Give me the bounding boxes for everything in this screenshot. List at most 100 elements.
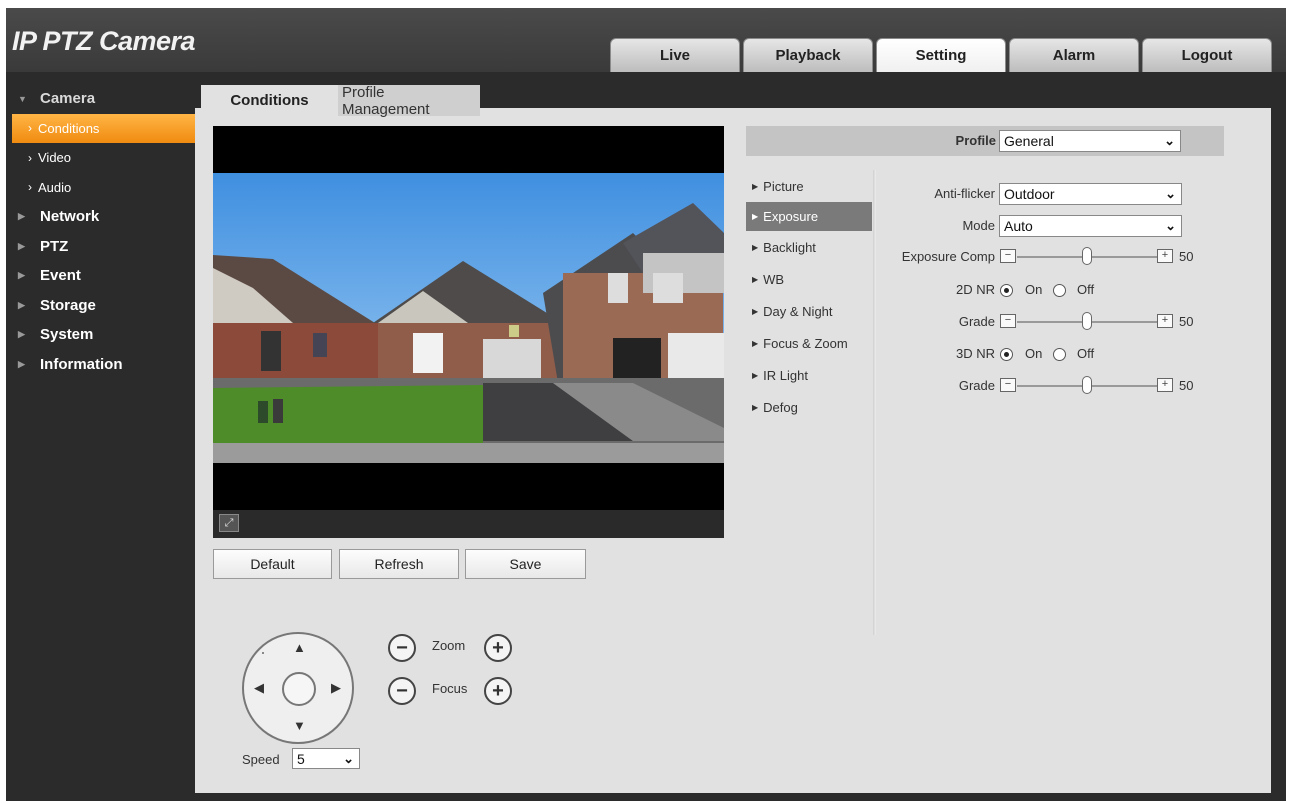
nav-tab-alarm[interactable]: Alarm — [1009, 38, 1139, 72]
sidebar-item-conditions[interactable]: › Conditions — [12, 113, 196, 143]
menu-item-label: Focus & Zoom — [763, 335, 848, 351]
nr3d-on-radio[interactable] — [1000, 348, 1013, 361]
speed-select[interactable]: 5 ⌄ — [292, 748, 360, 769]
nav-tab-live[interactable]: Live — [610, 38, 740, 72]
anti-flicker-select[interactable]: Outdoor ⌄ — [999, 183, 1182, 205]
nr3d-off-radio[interactable] — [1053, 348, 1066, 361]
grade-minus-button[interactable]: − — [1000, 314, 1016, 328]
chevron-right-icon: › — [28, 150, 32, 165]
menu-item-day-night[interactable]: ▶ Day & Night — [746, 295, 872, 327]
sub-tabs: Conditions Profile Management — [201, 84, 480, 118]
fit-window-icon[interactable]: ⤢ — [219, 514, 239, 532]
arrow-down-icon[interactable]: ▼ — [293, 718, 306, 733]
sidebar-group-camera[interactable]: ▼ Camera — [6, 84, 202, 114]
sidebar-group-network[interactable]: ▶ Network — [6, 202, 202, 232]
nr3d-on-label: On — [1025, 346, 1043, 361]
refresh-button[interactable]: Refresh — [339, 549, 459, 579]
sidebar-group-storage[interactable]: ▶ Storage — [6, 291, 202, 321]
sidebar-item-audio[interactable]: › Audio — [6, 173, 202, 203]
sidebar-group-label: Storage — [40, 296, 96, 314]
grade-plus-button[interactable]: + — [1157, 378, 1173, 392]
grade-value: 50 — [1179, 314, 1194, 329]
nr2d-on-radio[interactable] — [1000, 284, 1013, 297]
profile-label: Profile — [955, 133, 996, 148]
menu-item-ir-light[interactable]: ▶ IR Light — [746, 359, 872, 391]
nav-tab-playback[interactable]: Playback — [743, 38, 873, 72]
sidebar-group-label: Event — [40, 267, 81, 285]
arrow-left-icon[interactable]: ◀ — [254, 680, 264, 696]
menu-item-wb[interactable]: ▶ WB — [746, 263, 872, 295]
speed-value: 5 — [297, 750, 305, 767]
save-button[interactable]: Save — [465, 549, 586, 579]
chevron-down-icon: ⌄ — [343, 751, 354, 766]
menu-item-exposure[interactable]: ▶ Exposure — [746, 202, 872, 231]
grade-value: 50 — [1179, 378, 1194, 393]
menu-item-defog[interactable]: ▶ Defog — [746, 391, 872, 423]
grade-slider-thumb[interactable] — [1082, 312, 1092, 330]
zoom-in-button[interactable]: + — [484, 634, 512, 662]
profile-select[interactable]: General ⌄ — [999, 130, 1181, 152]
chevron-down-icon: ⌄ — [1164, 133, 1175, 148]
exposure-comp-value: 50 — [1179, 249, 1194, 264]
grade-plus-button[interactable]: + — [1157, 314, 1173, 328]
profile-bar: Profile General ⌄ — [746, 126, 1224, 156]
triangle-down-icon: ▼ — [18, 93, 27, 104]
exposure-comp-plus-button[interactable]: + — [1157, 249, 1173, 263]
sidebar-item-video[interactable]: › Video — [6, 143, 202, 173]
menu-item-label: WB — [763, 271, 785, 287]
focus-label: Focus — [432, 681, 468, 696]
triangle-right-icon: ▶ — [18, 211, 25, 222]
sidebar-group-ptz[interactable]: ▶ PTZ — [6, 232, 202, 262]
arrow-right-icon[interactable]: ▶ — [331, 680, 341, 696]
sidebar-group-event[interactable]: ▶ Event — [6, 261, 202, 291]
sidebar-group-information[interactable]: ▶ Information — [6, 350, 202, 380]
mode-value: Auto — [1004, 218, 1033, 234]
focus-out-button[interactable]: − — [388, 677, 416, 705]
triangle-right-icon: ▶ — [752, 274, 759, 284]
header: IP PTZ Camera Live Playback Setting Alar… — [6, 8, 1286, 72]
ptz-divider — [262, 652, 264, 654]
nr2d-label: 2D NR — [955, 282, 995, 297]
nav-tab-setting[interactable]: Setting — [876, 38, 1006, 72]
arrow-up-icon[interactable]: ▲ — [293, 640, 306, 655]
menu-item-label: Exposure — [763, 209, 819, 224]
zoom-label: Zoom — [432, 638, 466, 653]
triangle-right-icon: ▶ — [18, 358, 25, 369]
menu-item-label: Defog — [763, 399, 798, 415]
menu-item-label: Picture — [763, 178, 804, 194]
app-title: IP PTZ Camera — [12, 26, 196, 56]
grade-minus-button[interactable]: − — [1000, 378, 1016, 392]
nav-tab-logout[interactable]: Logout — [1142, 38, 1272, 72]
exposure-comp-slider-thumb[interactable] — [1082, 247, 1092, 265]
video-toolbar: ⤢ — [213, 510, 724, 538]
menu-item-focus-zoom[interactable]: ▶ Focus & Zoom — [746, 327, 872, 359]
triangle-right-icon: ▶ — [18, 299, 25, 310]
ptz-center-button[interactable] — [282, 672, 316, 706]
grade-slider-thumb[interactable] — [1082, 376, 1092, 394]
anti-flicker-value: Outdoor — [1004, 186, 1055, 202]
menu-item-label: Day & Night — [763, 303, 833, 319]
sidebar-item-label: Video — [38, 150, 72, 166]
chevron-right-icon: › — [28, 180, 32, 195]
default-button[interactable]: Default — [213, 549, 332, 579]
grade-label: Grade — [958, 378, 995, 393]
zoom-out-button[interactable]: − — [388, 634, 416, 662]
menu-item-picture[interactable]: ▶ Picture — [746, 170, 872, 202]
top-nav: Live Playback Setting Alarm Logout — [610, 38, 1272, 72]
exposure-comp-minus-button[interactable]: − — [1000, 249, 1016, 263]
sidebar-group-system[interactable]: ▶ System — [6, 320, 202, 350]
focus-in-button[interactable]: + — [484, 677, 512, 705]
chevron-down-icon: ⌄ — [1165, 218, 1176, 233]
nr2d-off-label: Off — [1077, 282, 1095, 297]
triangle-right-icon: ▶ — [752, 370, 759, 380]
chevron-down-icon: ⌄ — [1165, 186, 1176, 201]
nr2d-off-radio[interactable] — [1053, 284, 1066, 297]
tab-profile-management[interactable]: Profile Management — [338, 84, 480, 118]
menu-item-backlight[interactable]: ▶ Backlight — [746, 231, 872, 263]
sidebar-group-label: Information — [40, 355, 123, 373]
mode-select[interactable]: Auto ⌄ — [999, 215, 1182, 237]
grade-label: Grade — [958, 314, 995, 329]
triangle-right-icon: ▶ — [752, 402, 759, 412]
video-preview[interactable]: ⤢ — [213, 126, 724, 538]
tab-conditions[interactable]: Conditions — [201, 85, 338, 116]
